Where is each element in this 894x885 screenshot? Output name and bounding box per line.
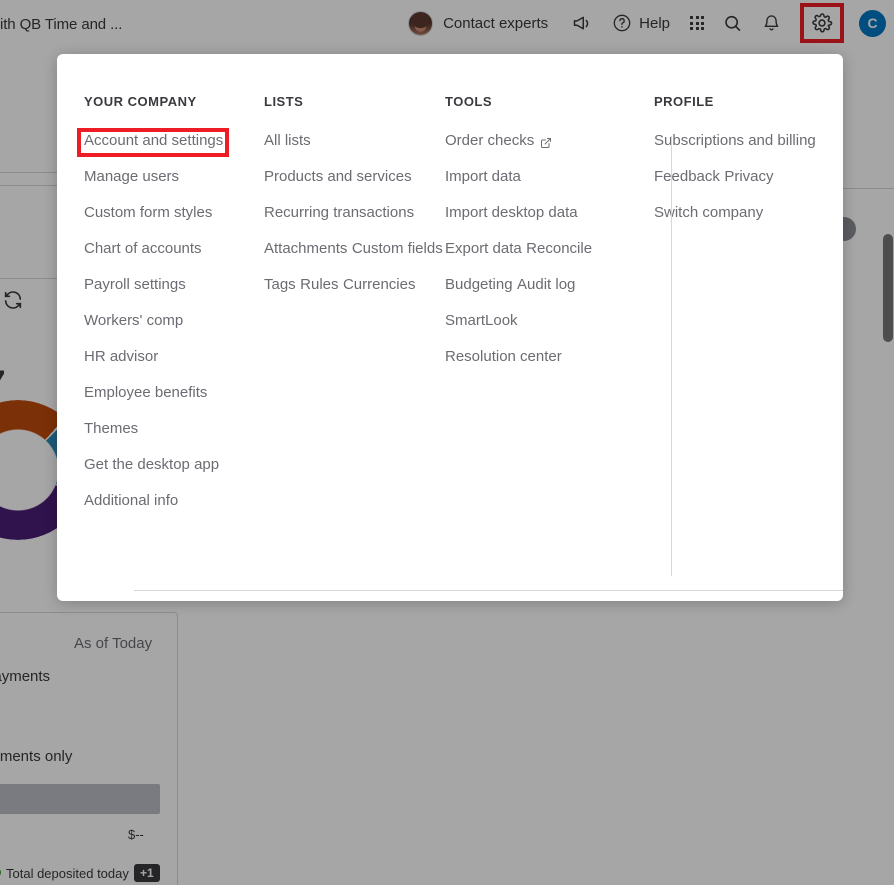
menu-item-order-checks-label: Order checks <box>445 132 534 150</box>
contact-experts-button[interactable]: Contact experts <box>400 0 562 46</box>
menu-item-chart-of-accounts[interactable]: Chart of accounts <box>84 240 202 258</box>
menu-item-themes[interactable]: Themes <box>84 420 138 438</box>
bell-icon[interactable] <box>752 0 791 46</box>
external-link-icon <box>540 136 552 148</box>
column-header-lists: LISTS <box>264 94 445 110</box>
deposited-badge: +1 <box>134 864 160 882</box>
expert-avatar <box>408 11 433 36</box>
column-header-your-company: YOUR COMPANY <box>84 94 255 110</box>
menu-item-all-lists[interactable]: All lists <box>264 132 311 150</box>
menu-item-products-and-services[interactable]: Products and services <box>264 168 412 186</box>
payments-bar <box>0 784 160 814</box>
menu-item-payroll-settings[interactable]: Payroll settings <box>84 276 186 294</box>
menu-item-workers-comp[interactable]: Workers' comp <box>84 312 183 330</box>
menu-column-your-company: YOUR COMPANY Account and settings Manage… <box>57 54 255 534</box>
search-icon[interactable] <box>713 0 752 46</box>
menu-item-hr-advisor[interactable]: HR advisor <box>84 348 158 366</box>
grid-apps-icon[interactable] <box>681 0 713 46</box>
menu-item-reconcile[interactable]: Reconcile <box>526 240 592 258</box>
menu-item-manage-users[interactable]: Manage users <box>84 168 179 186</box>
menu-item-recurring-transactions[interactable]: Recurring transactions <box>264 204 414 222</box>
menu-item-export-data[interactable]: Export data <box>445 240 522 258</box>
help-circle-icon <box>612 13 632 33</box>
user-avatar[interactable]: C <box>859 10 886 37</box>
menu-item-custom-form-styles[interactable]: Custom form styles <box>84 204 212 222</box>
scrollbar-thumb[interactable] <box>883 234 893 342</box>
help-button[interactable]: Help <box>601 0 681 46</box>
menu-item-attachments[interactable]: Attachments <box>264 240 347 258</box>
menu-item-subscriptions-and-billing[interactable]: Subscriptions and billing <box>654 132 816 150</box>
menu-item-additional-info[interactable]: Additional info <box>84 492 178 510</box>
screen: st Plu ow ls ago 27 R As of Today kBooks… <box>0 0 894 885</box>
column-header-profile: PROFILE <box>654 94 843 110</box>
refresh-icon[interactable] <box>2 289 24 311</box>
help-label: Help <box>639 15 670 32</box>
contact-experts-label: Contact experts <box>443 15 548 32</box>
menu-item-currencies[interactable]: Currencies <box>343 276 416 294</box>
menu-item-import-data[interactable]: Import data <box>445 168 521 186</box>
menu-column-tools: TOOLS Order checks Import data Import de… <box>445 54 614 534</box>
settings-menu-columns: YOUR COMPANY Account and settings Manage… <box>57 54 843 534</box>
megaphone-icon[interactable] <box>562 0 601 46</box>
deposited-label: Total deposited today <box>6 866 129 881</box>
menu-item-employee-benefits[interactable]: Employee benefits <box>84 384 207 402</box>
settings-gear-button[interactable] <box>791 0 853 46</box>
menu-vertical-divider <box>671 136 672 576</box>
menu-item-rules[interactable]: Rules <box>300 276 338 294</box>
menu-column-profile: PROFILE Subscriptions and billing Feedba… <box>614 54 843 534</box>
gear-highlight-box <box>800 3 844 43</box>
menu-item-get-the-desktop-app[interactable]: Get the desktop app <box>84 456 219 474</box>
settings-menu-footer: Video tutorials Switch from Business vie… <box>57 591 843 601</box>
payments-amount: $-- <box>128 827 144 842</box>
menu-item-custom-fields[interactable]: Custom fields <box>352 240 443 258</box>
top-bar-actions: Contact experts Help <box>400 0 886 46</box>
menu-column-lists: LISTS All lists Products and services Re… <box>255 54 445 534</box>
menu-item-order-checks[interactable]: Order checks <box>445 132 552 150</box>
column-header-tools: TOOLS <box>445 94 614 110</box>
menu-item-resolution-center[interactable]: Resolution center <box>445 348 562 366</box>
page-title: ith QB Time and ... <box>0 16 122 33</box>
invoice-count: 27 <box>0 365 5 399</box>
settings-menu-panel: YOUR COMPANY Account and settings Manage… <box>57 54 843 601</box>
menu-item-tags[interactable]: Tags <box>264 276 296 294</box>
menu-item-feedback[interactable]: Feedback <box>654 168 720 186</box>
menu-item-smartlook[interactable]: SmartLook <box>445 312 518 330</box>
menu-item-audit-log[interactable]: Audit log <box>517 276 575 294</box>
payments-only-label: Payments only <box>0 748 72 765</box>
payments-card-asof: As of Today <box>74 635 152 652</box>
menu-item-import-desktop-data[interactable]: Import desktop data <box>445 204 578 222</box>
page-scrollbar[interactable] <box>882 46 894 885</box>
menu-item-account-and-settings[interactable]: Account and settings <box>84 132 223 150</box>
top-bar: ith QB Time and ... Contact experts <box>0 0 894 46</box>
menu-item-privacy[interactable]: Privacy <box>724 168 773 186</box>
menu-item-budgeting[interactable]: Budgeting <box>445 276 513 294</box>
payments-card-subtitle: kBooks Payments <box>0 668 50 685</box>
